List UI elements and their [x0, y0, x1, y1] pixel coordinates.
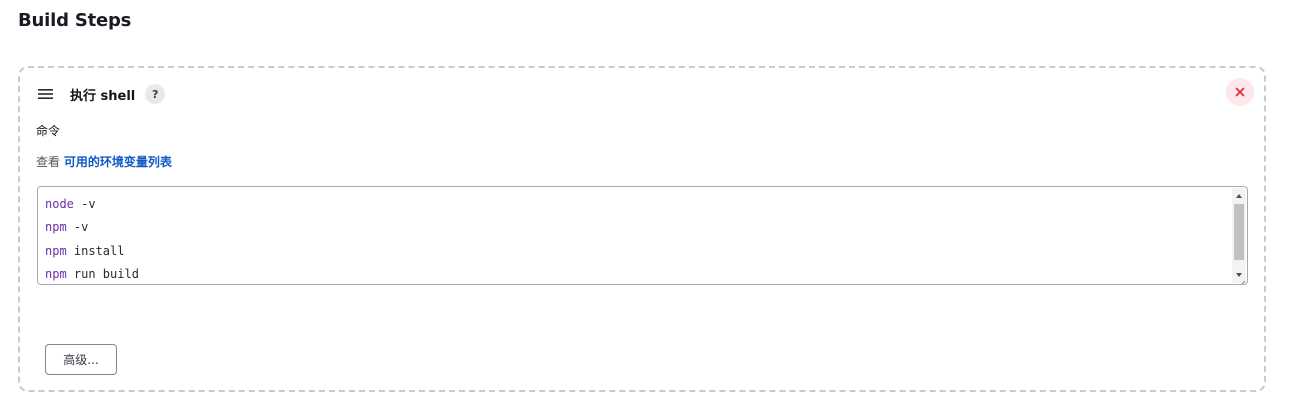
- step-title: 执行 shell: [70, 88, 136, 104]
- close-icon: [1235, 87, 1245, 97]
- code-line: npm -v: [45, 220, 89, 235]
- command-label: 命令: [36, 124, 61, 138]
- code-line: node -v: [45, 197, 96, 211]
- resize-grip-icon[interactable]: [1236, 273, 1246, 284]
- command-editor[interactable]: node -v npm -v npm install npm run build: [37, 186, 1248, 285]
- code-line: npm install: [45, 243, 125, 258]
- command-lines: node -v npm -v npm install npm run build: [45, 195, 139, 284]
- step-header: 执行 shell ?: [36, 82, 166, 106]
- env-prefix: 查看: [36, 155, 61, 169]
- scroll-thumb[interactable]: [1234, 204, 1244, 260]
- build-step-card: 执行 shell ? 命令 查看 可用的环境变量列表 node -v npm -…: [18, 66, 1266, 392]
- section-title: Build Steps: [18, 10, 132, 31]
- delete-step-button[interactable]: [1226, 78, 1254, 106]
- scroll-up-icon[interactable]: [1232, 189, 1246, 203]
- code-line: npm run build: [45, 266, 139, 281]
- editor-scrollbar[interactable]: [1232, 188, 1246, 283]
- env-vars-hint: 查看 可用的环境变量列表: [36, 153, 172, 170]
- question-icon[interactable]: ?: [145, 84, 166, 104]
- advanced-button[interactable]: 高级...: [45, 344, 117, 375]
- hamburger-icon[interactable]: [36, 84, 56, 104]
- env-vars-link[interactable]: 可用的环境变量列表: [64, 155, 172, 169]
